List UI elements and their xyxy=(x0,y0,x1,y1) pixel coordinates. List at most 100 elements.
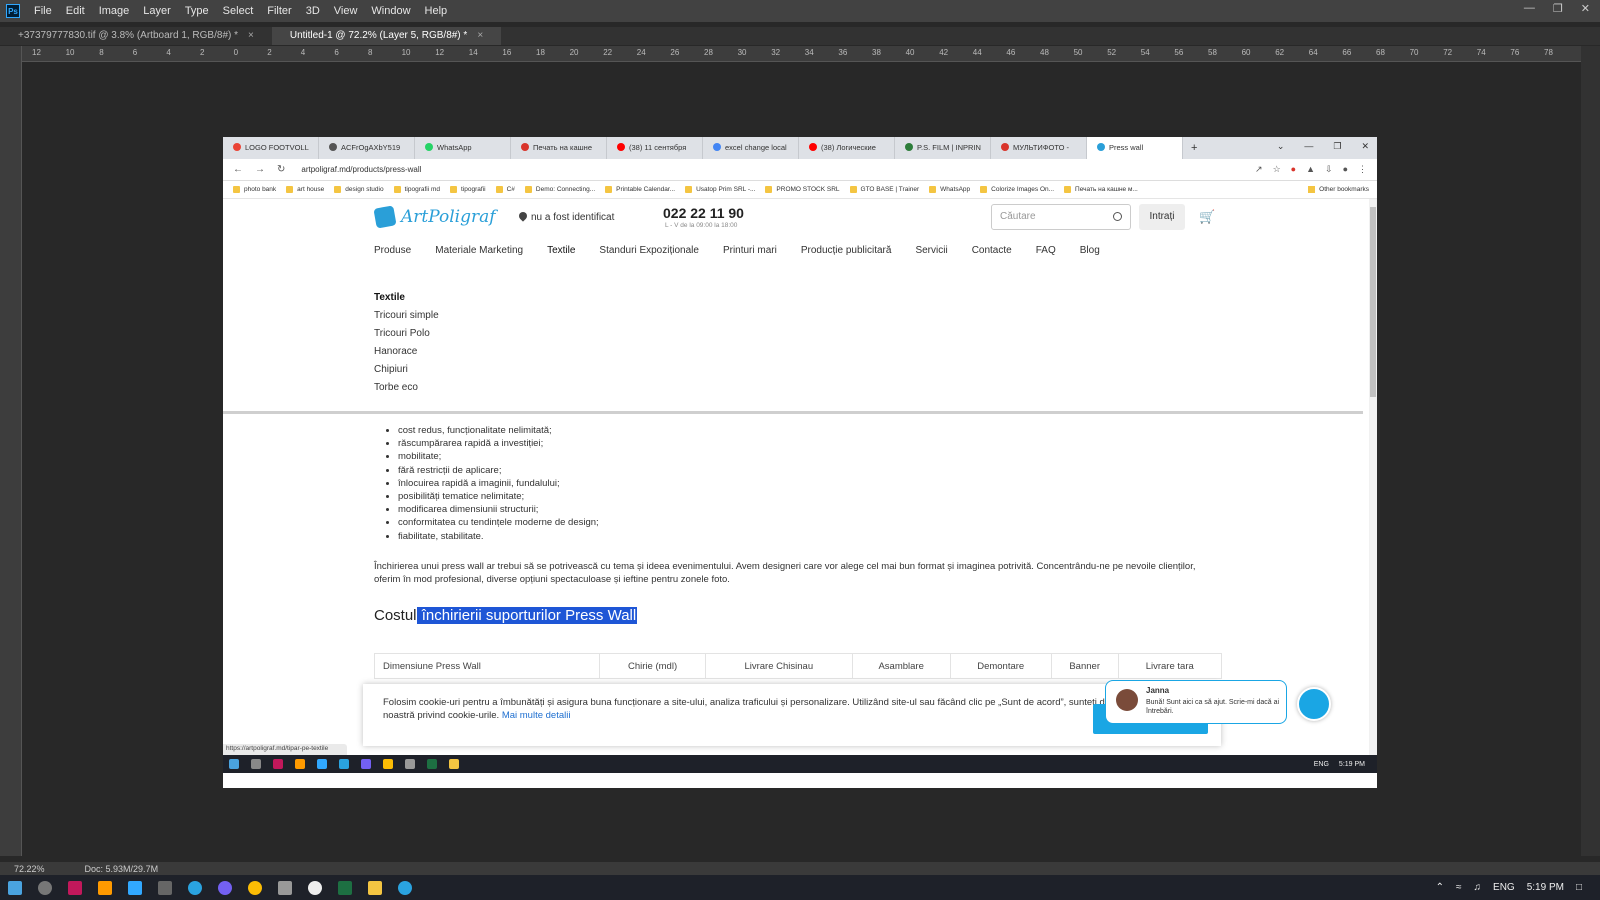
cost-heading-selected[interactable]: închirierii suporturilor Press Wall xyxy=(416,607,638,624)
chrome-icon[interactable] xyxy=(248,880,262,895)
menu-file[interactable]: File xyxy=(34,5,52,17)
photoshop-icon[interactable] xyxy=(128,880,142,895)
browser-screenshot-layer[interactable]: LOGO FOOTVOLL ACFrOgAXbY519 WhatsApp Печ… xyxy=(223,137,1377,788)
close-icon[interactable]: ✕ xyxy=(1581,2,1590,15)
back-arrow-icon[interactable]: ← xyxy=(233,164,243,175)
menu-edit[interactable]: Edit xyxy=(66,5,85,17)
volume-icon[interactable]: ♫ xyxy=(1474,882,1482,893)
vertical-ruler[interactable] xyxy=(0,46,22,856)
viber-icon[interactable] xyxy=(218,880,232,895)
browser-tab[interactable]: (38) 11 сентября xyxy=(607,137,703,159)
nav-item-printuri-mari[interactable]: Printuri mari xyxy=(723,245,777,256)
browser-tab[interactable]: ACFrOgAXbY519 xyxy=(319,137,415,159)
nav-item-produse[interactable]: Produse xyxy=(374,245,411,256)
chat-icon[interactable] xyxy=(1297,687,1331,721)
zoom-level[interactable]: 72.22% xyxy=(14,864,45,874)
page-scrollbar[interactable] xyxy=(1369,199,1377,759)
bookmark-item[interactable]: tipografii xyxy=(450,186,486,193)
location[interactable]: nu a fost identificat xyxy=(517,210,614,223)
wifi-icon[interactable]: ≈ xyxy=(1456,882,1462,893)
menu-help[interactable]: Help xyxy=(425,5,448,17)
canvas-scrollbar[interactable] xyxy=(1581,46,1600,856)
profile-icon[interactable]: ● xyxy=(1343,164,1348,175)
menu-select[interactable]: Select xyxy=(223,5,254,17)
nav-item-textile[interactable]: Textile xyxy=(547,245,575,256)
bookmark-item[interactable]: tipografii md xyxy=(393,186,440,193)
submenu-item[interactable]: Hanorace xyxy=(374,343,439,361)
messenger-icon[interactable] xyxy=(308,880,322,895)
submenu-item[interactable]: Tricouri simple xyxy=(374,307,439,325)
download-icon[interactable]: ⇩ xyxy=(1325,164,1333,175)
bookmark-item[interactable]: photo bank xyxy=(233,186,276,193)
reload-icon[interactable]: ↻ xyxy=(277,164,285,175)
telegram-icon[interactable] xyxy=(188,880,202,895)
browser-tab-active[interactable]: Press wall xyxy=(1087,137,1183,159)
bookmark-item[interactable]: Printable Calendar... xyxy=(605,186,675,193)
extensions-icon[interactable]: ▲ xyxy=(1306,164,1315,175)
cart-icon[interactable]: 🛒 xyxy=(1199,209,1215,225)
scrollbar-thumb[interactable] xyxy=(1370,207,1376,397)
browser-tab[interactable]: (38) Логические xyxy=(799,137,895,159)
chevron-down-icon[interactable]: ⌄ xyxy=(1277,141,1285,152)
browser-tab[interactable]: excel change local xyxy=(703,137,799,159)
submenu-item[interactable]: Tricouri Polo xyxy=(374,325,439,343)
notifications-icon[interactable]: □ xyxy=(1576,882,1582,893)
submenu-title[interactable]: Textile xyxy=(374,289,439,307)
doc-tab-active[interactable]: Untitled-1 @ 72.2% (Layer 5, RGB/8#) * × xyxy=(271,27,502,45)
photoshop-logo-icon[interactable]: Ps xyxy=(6,4,20,18)
close-icon[interactable]: × xyxy=(248,30,254,41)
login-button[interactable]: Intrați xyxy=(1139,204,1185,230)
doc-size[interactable]: Doc: 5.93M/29.7M xyxy=(85,864,159,874)
app-icon[interactable] xyxy=(68,880,82,895)
minimize-icon[interactable]: — xyxy=(1304,141,1313,152)
url-field[interactable]: artpoligraf.md/products/press-wall xyxy=(301,165,421,174)
illustrator-icon[interactable] xyxy=(98,880,112,895)
bookmark-item[interactable]: art house xyxy=(286,186,324,193)
search-icon[interactable] xyxy=(38,880,52,895)
menu-filter[interactable]: Filter xyxy=(267,5,291,17)
folder-icon[interactable] xyxy=(368,880,382,895)
nav-item-productie[interactable]: Producție publicitară xyxy=(801,245,892,256)
menu-3d[interactable]: 3D xyxy=(306,5,320,17)
browser-tab[interactable]: LOGO FOOTVOLL xyxy=(223,137,319,159)
windows-icon[interactable] xyxy=(8,880,22,895)
bookmark-item[interactable]: design studio xyxy=(334,186,384,193)
restore-icon[interactable]: ❐ xyxy=(1553,2,1563,15)
menu-type[interactable]: Type xyxy=(185,5,209,17)
menu-view[interactable]: View xyxy=(334,5,358,17)
close-icon[interactable]: ✕ xyxy=(1361,141,1369,152)
submenu-item[interactable]: Torbe eco xyxy=(374,379,439,397)
site-logo[interactable]: ArtPoligraf xyxy=(373,205,496,229)
menu-window[interactable]: Window xyxy=(371,5,410,17)
nav-item-materiale-marketing[interactable]: Materiale Marketing xyxy=(435,245,523,256)
horizontal-ruler[interactable]: 12 10 8 6 4 2 0 2 4 6 8 10 12 14 16 18 20 22 24 26 28 30 32 34 3… xyxy=(22,46,1600,62)
bookmark-item[interactable]: Usatop Prim SRL -... xyxy=(685,186,755,193)
doc-tab[interactable]: +37379777830.tif @ 3.8% (Artboard 1, RGB… xyxy=(0,27,272,45)
other-bookmarks[interactable]: Other bookmarks xyxy=(1308,186,1369,193)
nav-item-standuri[interactable]: Standuri Expoziționale xyxy=(599,245,699,256)
bookmark-item[interactable]: Demo: Connecting... xyxy=(524,186,595,193)
star-icon[interactable]: ☆ xyxy=(1273,164,1281,175)
excel-icon[interactable] xyxy=(338,880,352,895)
bookmark-item[interactable]: GTO BASE | Trainer xyxy=(849,186,919,193)
font-app-icon[interactable] xyxy=(158,880,172,895)
language-label[interactable]: ENG xyxy=(1493,882,1515,893)
nav-item-contacte[interactable]: Contacte xyxy=(972,245,1012,256)
forward-arrow-icon[interactable]: → xyxy=(255,164,265,175)
new-tab-icon[interactable]: + xyxy=(1183,137,1205,159)
telegram-icon[interactable] xyxy=(398,880,412,895)
close-icon[interactable]: × xyxy=(477,30,483,41)
nav-item-blog[interactable]: Blog xyxy=(1080,245,1100,256)
bookmark-item[interactable]: WhatsApp xyxy=(929,186,970,193)
search-input[interactable]: Căutare xyxy=(991,204,1131,230)
search-icon[interactable] xyxy=(1113,212,1122,221)
submenu-item[interactable]: Chipiuri xyxy=(374,361,439,379)
more-icon[interactable]: ⋮ xyxy=(1358,164,1367,175)
chat-popup[interactable]: Janna Bună! Sunt aici ca să ajut. Scrie-… xyxy=(1105,680,1287,724)
nav-item-faq[interactable]: FAQ xyxy=(1036,245,1056,256)
minimize-icon[interactable]: — xyxy=(1524,2,1535,15)
chevron-up-icon[interactable]: ⌃ xyxy=(1436,882,1444,893)
browser-tab[interactable]: WhatsApp xyxy=(415,137,511,159)
opera-icon[interactable]: ● xyxy=(1291,164,1296,175)
bookmark-item[interactable]: C# xyxy=(495,186,515,193)
